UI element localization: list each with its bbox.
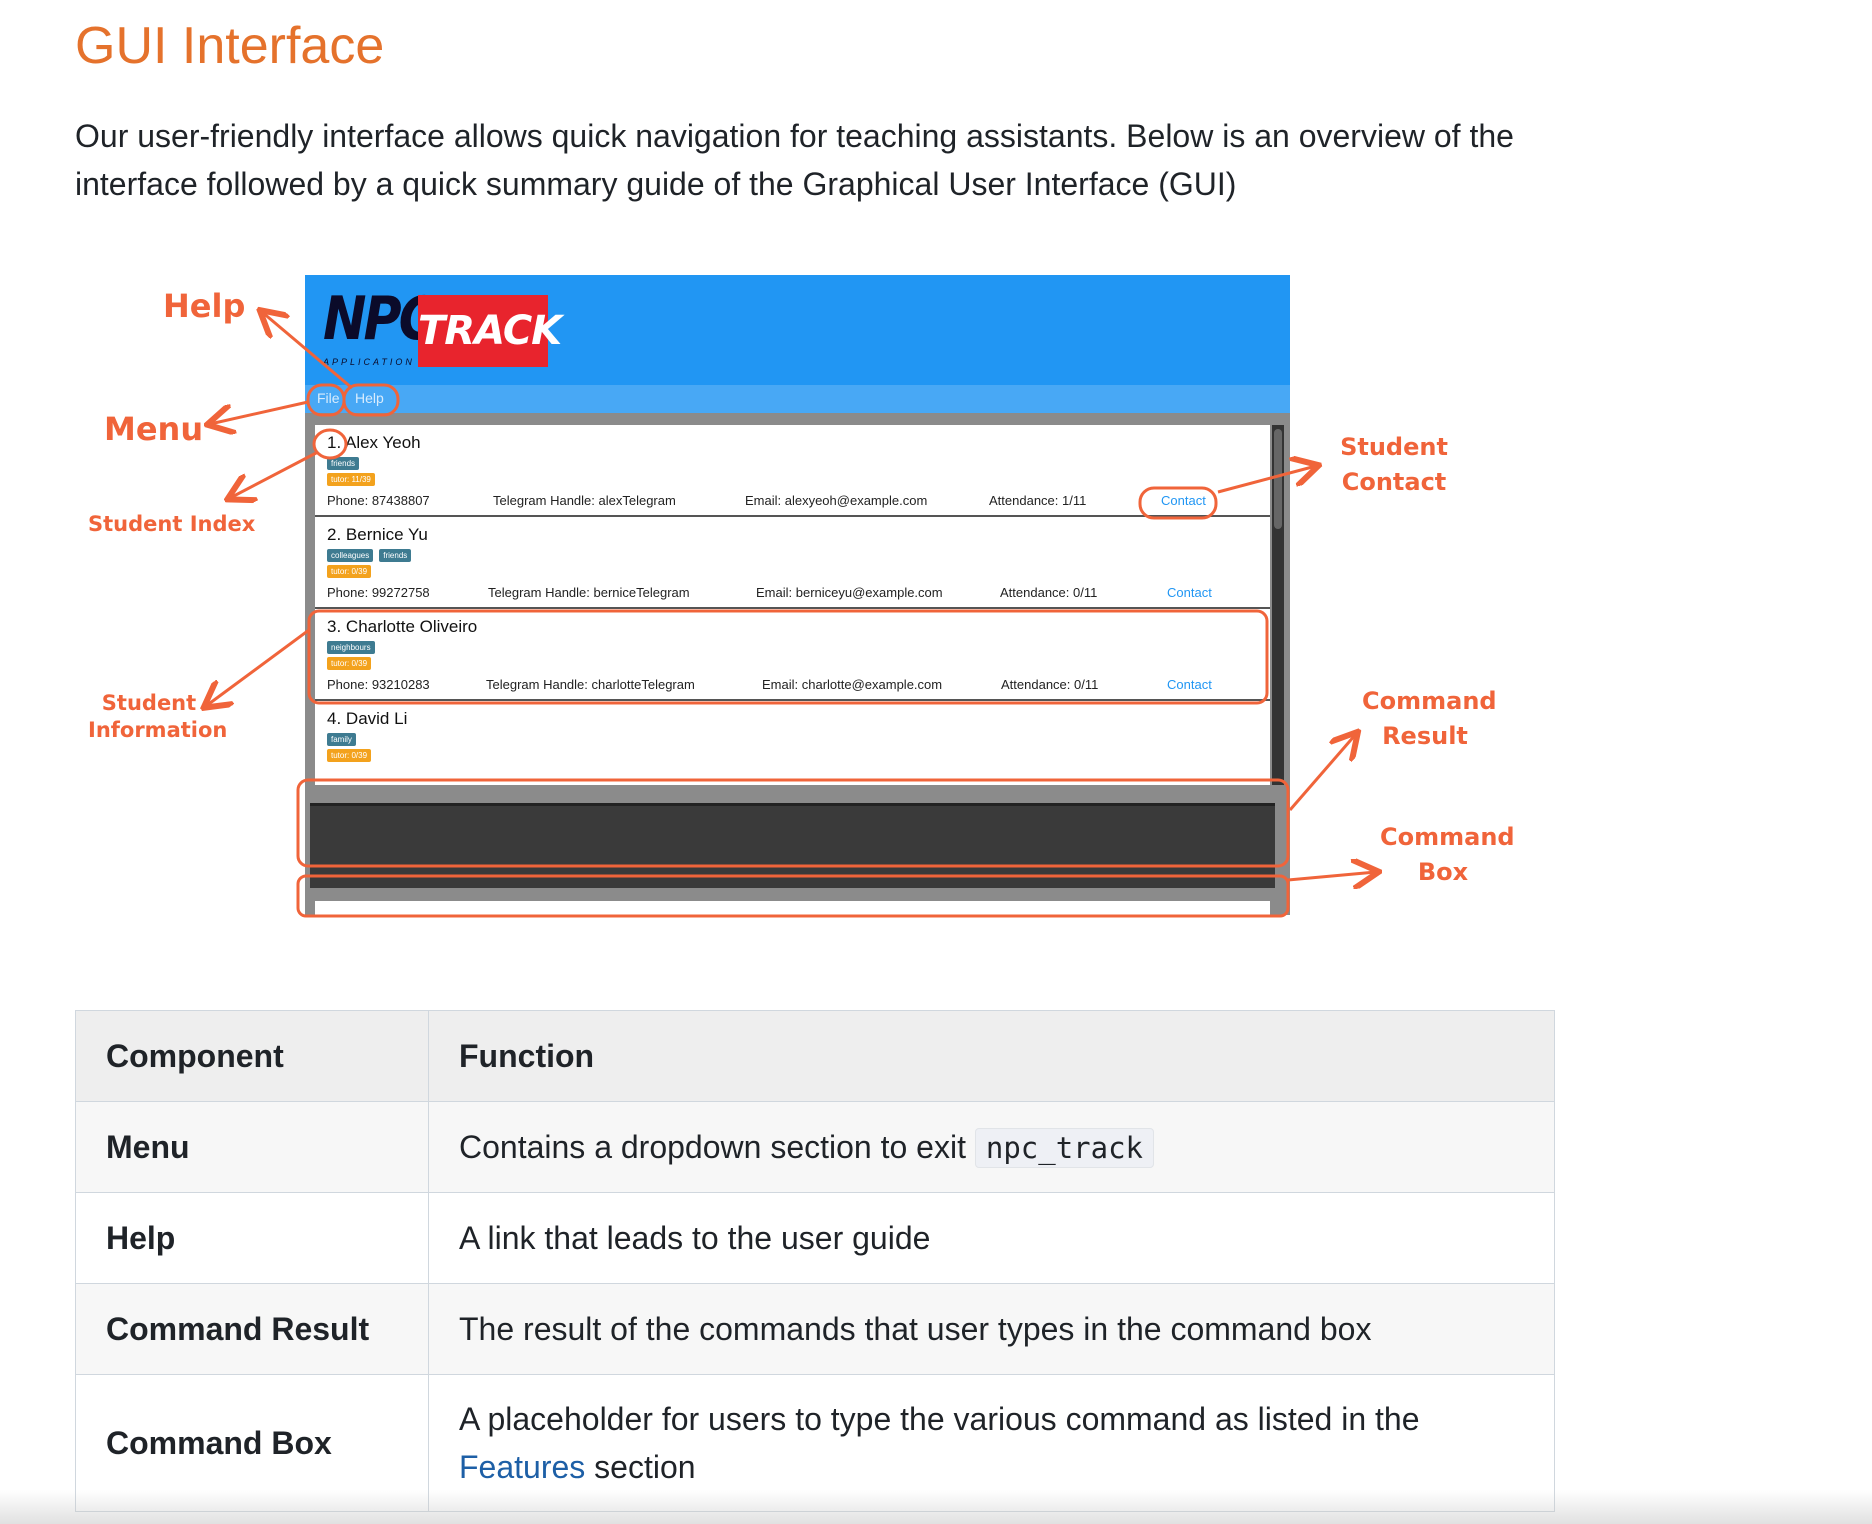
gui-overview-figure: NPC TRACK APPLICATION File Help 1. Alex … <box>0 0 1872 1000</box>
annotation-arrows <box>0 0 1872 918</box>
bottom-fade <box>0 1490 1872 1524</box>
component-cell: Help <box>75 1192 429 1284</box>
function-cell: The result of the commands that user typ… <box>428 1283 1555 1375</box>
component-cell: Command Result <box>75 1283 429 1375</box>
header-component: Component <box>75 1010 429 1102</box>
function-cell: A link that leads to the user guide <box>428 1192 1555 1284</box>
function-cell: Contains a dropdown section to exit npc_… <box>428 1101 1555 1193</box>
table-row: Menu Contains a dropdown section to exit… <box>75 1101 1555 1193</box>
table-row: Help A link that leads to the user guide <box>75 1192 1555 1284</box>
inline-code: npc_track <box>974 1127 1154 1168</box>
table-row: Command Result The result of the command… <box>75 1283 1555 1375</box>
component-cell: Menu <box>75 1101 429 1193</box>
header-function: Function <box>428 1010 1555 1102</box>
features-link[interactable]: Features <box>459 1449 585 1485</box>
table-header-row: Component Function <box>75 1010 1555 1102</box>
component-table: Component Function Menu Contains a dropd… <box>75 1010 1555 1512</box>
